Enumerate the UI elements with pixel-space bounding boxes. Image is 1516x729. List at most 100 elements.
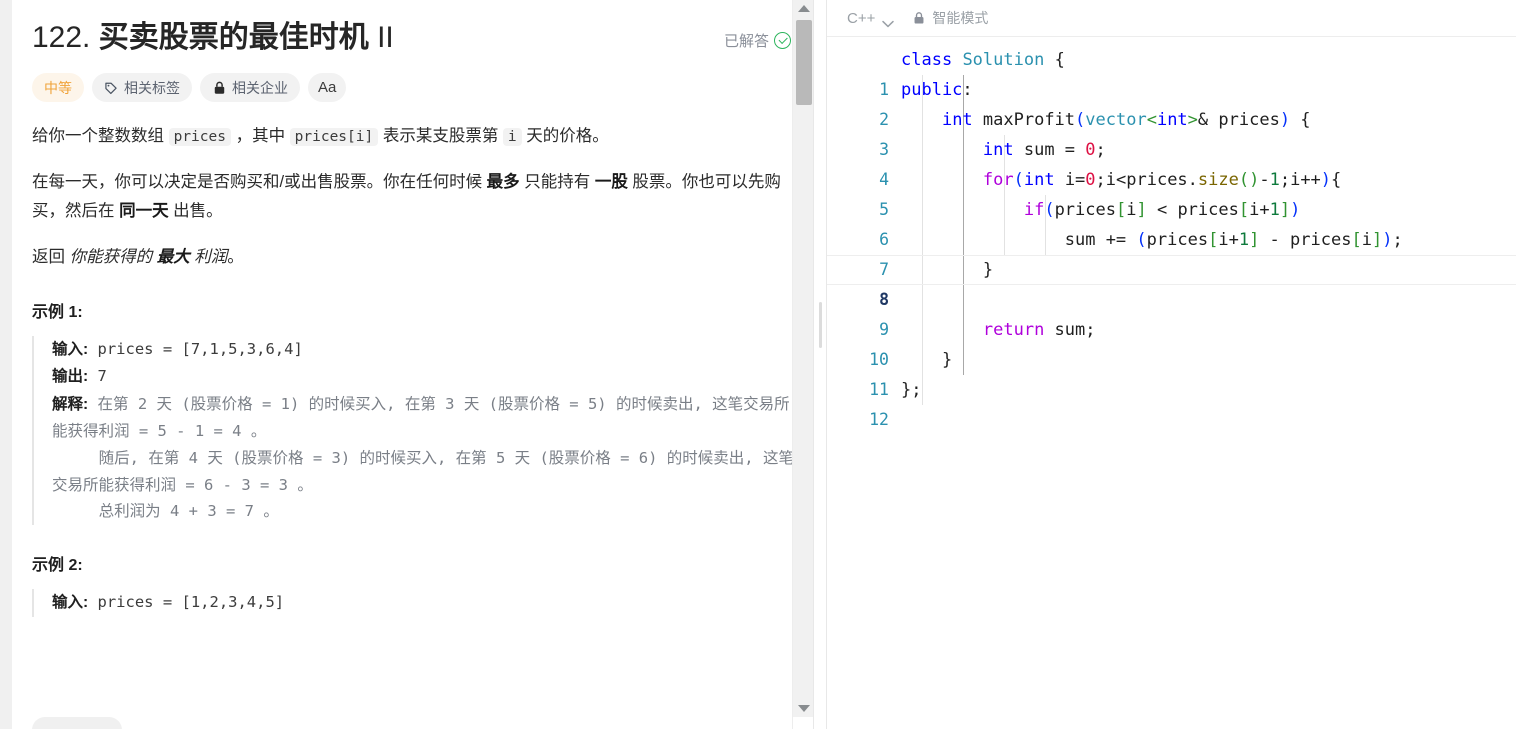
example-2-block: 输入: prices = [1,2,3,4,5] — [32, 589, 799, 617]
problem-title-suffix: II — [377, 21, 394, 54]
example-1-input-row: 输入: prices = [7,1,5,3,6,4] — [52, 336, 799, 364]
code-prices-i: prices[i] — [289, 128, 379, 146]
related-companies-button[interactable]: 相关企业 — [200, 73, 300, 102]
code-line-11[interactable]: 11 } — [827, 345, 1516, 399]
code-line-1[interactable]: 1 class Solution { — [827, 45, 1516, 99]
desc-p1-c: 表示某支股票第 — [378, 127, 503, 145]
desc-p3-italic-2: 利润 — [189, 247, 228, 266]
line-content: int sum = 0; — [982, 140, 1106, 160]
example-2-input-row: 输入: prices = [1,2,3,4,5] — [52, 589, 799, 617]
description-paragraph-2: 在每一天，你可以决定是否购买和/或出售股票。你在任何时候 最多 只能持有 一股 … — [32, 168, 799, 226]
example-1-label: 示例 — [32, 303, 65, 321]
tag-icon — [104, 81, 118, 95]
example-1-input-label: 输入: — [52, 340, 89, 358]
desc-p1-a: 给你一个整数数组 — [32, 127, 169, 145]
desc-p3-bold-1: 最大 — [156, 247, 190, 266]
example-2-number: 2: — [68, 557, 83, 575]
line-content: } — [901, 260, 994, 280]
example-1-heading: 示例 1: — [32, 298, 799, 322]
code-line-6[interactable]: 6 if(prices[i] < prices[i+1]) — [827, 195, 1516, 249]
splitter-grip[interactable] — [818, 301, 822, 348]
panel-splitter[interactable] — [813, 0, 827, 729]
example-1-number: 1: — [68, 303, 83, 321]
scroll-up-arrow[interactable] — [793, 0, 813, 17]
code-line-4[interactable]: 4 int sum = 0; — [827, 135, 1516, 189]
lock-icon — [913, 11, 925, 25]
font-size-icon: Aa — [318, 79, 337, 96]
desc-p2-bold-1: 最多 — [486, 172, 520, 191]
code-editor-panel: C++ 智能模式 1 class Solution {2 public: 3 … — [827, 0, 1516, 729]
problem-number: 122. — [32, 21, 91, 54]
desc-p2-d: 出售。 — [168, 201, 223, 220]
code-line-8[interactable]: 8 } — [827, 255, 1516, 309]
line-content: int maxProfit(vector<int>& prices) { — [941, 110, 1311, 130]
language-label: C++ — [847, 9, 876, 27]
line-content: return sum; — [982, 320, 1096, 340]
line-content: } — [901, 350, 953, 370]
example-1-input-value: prices = [7,1,5,3,6,4] — [88, 339, 303, 358]
description-paragraph-3: 返回 你能获得的 最大 利润。 — [32, 243, 799, 272]
leetcode-problem-workspace: 122. 买卖股票的最佳时机 II 已解答 中等 相关标签 相关企业 Aa 给你… — [0, 0, 1516, 729]
lock-icon — [212, 81, 226, 95]
description-paragraph-1: 给你一个整数数组 prices ，其中 prices[i] 表示某支股票第 i … — [32, 122, 799, 151]
chevron-down-icon — [882, 15, 895, 27]
desc-p3-italic-1: 你能获得的 — [69, 247, 157, 266]
code-i: i — [502, 128, 522, 146]
page-title: 122. 买卖股票的最佳时机 II — [32, 18, 394, 57]
status-label: 已解答 — [723, 33, 769, 50]
difficulty-label: 中等 — [44, 79, 72, 96]
check-circle-icon — [774, 32, 791, 49]
code-line-10[interactable]: 10 return sum; — [827, 315, 1516, 369]
code-line-2[interactable]: 2 public: — [827, 75, 1516, 129]
code-text-area[interactable]: 1 class Solution { 2 public: 3 int maxPr… — [827, 37, 1516, 729]
example-1-output-row: 输出: 7 — [52, 363, 799, 391]
code-line-12[interactable]: 12 }; — [827, 375, 1516, 429]
editor-toolbar: C++ 智能模式 — [827, 0, 1516, 37]
desc-p1-b: ，其中 — [230, 127, 290, 145]
code-line-9[interactable]: 9 — [827, 285, 1516, 339]
related-topics-button[interactable]: 相关标签 — [92, 73, 192, 102]
problem-description: 给你一个整数数组 prices ，其中 prices[i] 表示某支股票第 i … — [32, 122, 799, 272]
example-1-block: 输入: prices = [7,1,5,3,6,4] 输出: 7 解释: 在第 … — [32, 335, 799, 526]
scroll-thumb[interactable] — [796, 20, 812, 105]
example-1-output-value: 7 — [88, 367, 107, 386]
difficulty-badge[interactable]: 中等 — [32, 73, 84, 102]
problem-tags-row: 中等 相关标签 相关企业 Aa — [32, 73, 799, 102]
example-1-output-label: 输出: — [52, 368, 89, 386]
problem-description-panel: 122. 买卖股票的最佳时机 II 已解答 中等 相关标签 相关企业 Aa 给你… — [12, 0, 813, 729]
scroll-down-arrow[interactable] — [793, 700, 813, 717]
line-content: }; — [901, 380, 922, 400]
triangle-down-icon — [797, 705, 810, 712]
problem-title-text: 买卖股票的最佳时机 — [98, 21, 369, 54]
desc-p2-b: 只能持有 — [519, 172, 595, 191]
left-rail — [0, 0, 12, 729]
code-line-7[interactable]: 7 sum += (prices[i+1] - prices[i]); — [827, 225, 1516, 279]
triangle-up-icon — [797, 5, 810, 12]
desc-p2-a: 在每一天，你可以决定是否购买和/或出售股票。你在任何时候 — [32, 172, 487, 191]
smart-mode-toggle[interactable]: 智能模式 — [913, 8, 988, 28]
problem-title-row: 122. 买卖股票的最佳时机 II 已解答 — [32, 18, 799, 57]
example-1-explanation-label: 解释: — [52, 395, 89, 413]
desc-p3-d: 。 — [227, 247, 244, 266]
language-selector[interactable]: C++ — [843, 7, 897, 30]
bottom-toolbar-pill[interactable] — [32, 717, 122, 729]
line-content: public: — [901, 80, 973, 100]
code-line-3[interactable]: 3 int maxProfit(vector<int>& prices) { — [827, 105, 1516, 159]
desc-p1-d: 天的价格。 — [521, 127, 609, 145]
example-1-explanation-row: 解释: 在第 2 天 (股票价格 = 1) 的时候买入, 在第 3 天 (股票价… — [52, 391, 799, 525]
example-2-input-label: 输入: — [52, 594, 89, 612]
related-companies-label: 相关企业 — [232, 79, 288, 96]
smart-mode-label: 智能模式 — [932, 10, 989, 26]
problem-scrollbar[interactable] — [792, 0, 813, 729]
example-2-input-value: prices = [1,2,3,4,5] — [88, 593, 285, 612]
font-size-button[interactable]: Aa — [308, 73, 347, 102]
code-prices: prices — [168, 128, 231, 146]
example-1-explanation-value: 在第 2 天 (股票价格 = 1) 的时候买入, 在第 3 天 (股票价格 = … — [52, 394, 794, 521]
line-content: class Solution { — [901, 50, 1065, 70]
line-content: for(int i=0;i<prices.size()-1;i++){ — [982, 170, 1342, 190]
desc-p2-bold-3: 同一天 — [119, 201, 169, 220]
scrollbar-tail — [793, 717, 813, 729]
line-content: sum += (prices[i+1] - prices[i]); — [901, 230, 1403, 250]
code-line-5[interactable]: 5 for(int i=0;i<prices.size()-1;i++){ — [827, 165, 1516, 219]
example-2-heading: 示例 2: — [32, 551, 799, 575]
